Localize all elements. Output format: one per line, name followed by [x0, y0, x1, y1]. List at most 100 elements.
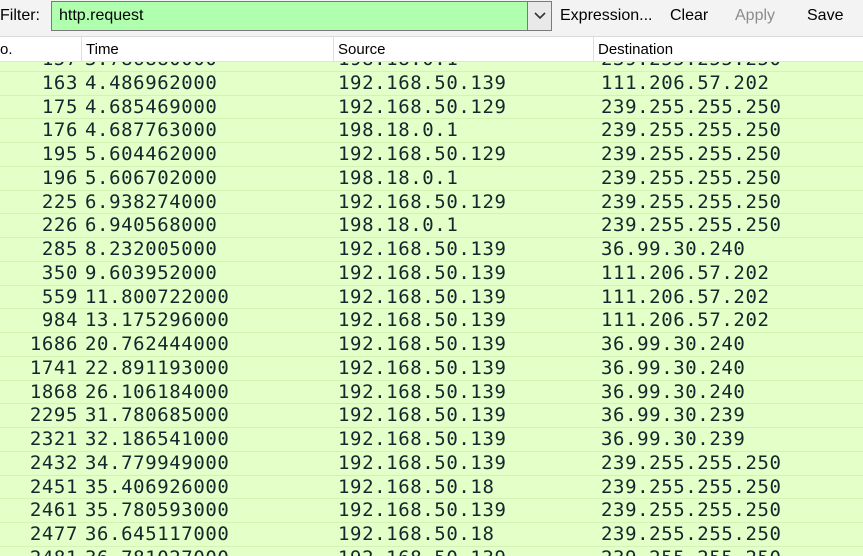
packet-no: 226	[41, 214, 78, 237]
column-header-time[interactable]: Time	[82, 37, 334, 61]
packet-time: 31.780685000	[85, 404, 230, 427]
packet-time: 6.940568000	[85, 214, 218, 237]
expression-button[interactable]: Expression...	[560, 7, 652, 25]
packet-time: 8.232005000	[85, 238, 218, 260]
packet-no: 157	[42, 62, 78, 71]
chevron-down-icon	[534, 12, 546, 20]
packet-destination: 239.255.255.250	[601, 214, 782, 237]
packet-no: 1868	[29, 380, 78, 403]
packet-no: 2295	[29, 404, 78, 427]
packet-source: 192.168.50.139	[338, 285, 507, 308]
packet-row[interactable]: 559 11.800722000 192.168.50.139 111.206.57.…	[0, 285, 863, 310]
packet-source: 192.168.50.139	[338, 261, 507, 284]
packet-row[interactable]: 1868 26.106184000 192.168.50.139 36.99.30.2…	[0, 380, 863, 405]
packet-no: 163	[41, 71, 78, 94]
packet-source: 192.168.50.129	[338, 190, 507, 213]
packet-row[interactable]: 2321 32.186541000 192.168.50.139 36.99.30.2…	[0, 428, 863, 452]
packet-no: 1741	[29, 356, 78, 379]
packet-list-header: o. Time Source Destination	[0, 37, 863, 62]
display-filter-input[interactable]	[51, 1, 527, 31]
packet-destination: 111.206.57.202	[601, 261, 770, 284]
packet-destination: 239.255.255.250	[601, 547, 782, 556]
packet-row[interactable]: 225 6.938274000 192.168.50.129 239.255.255.…	[0, 190, 863, 215]
packet-no: 350	[41, 261, 78, 284]
packet-source: 192.168.50.18	[338, 523, 495, 545]
packet-time: 5.604462000	[85, 143, 218, 165]
packet-source: 198.18.0.1	[338, 62, 458, 71]
packet-no: 196	[41, 166, 78, 189]
packet-source: 192.168.50.139	[338, 71, 507, 94]
packet-row[interactable]: 163 4.486962000 192.168.50.139 111.206.57.2…	[0, 71, 863, 96]
packet-source: 198.18.0.1	[338, 214, 459, 237]
packet-row[interactable]: 2432 34.779949000 192.168.50.139 239.255.25…	[0, 451, 863, 476]
apply-button[interactable]: Apply	[735, 7, 775, 25]
packet-row[interactable]: 2451 35.406926000 192.168.50.18 239.255.255…	[0, 475, 863, 500]
column-header-destination[interactable]: Destination	[594, 37, 863, 61]
filter-history-dropdown[interactable]	[527, 1, 552, 31]
packet-destination: 36.99.30.239	[601, 404, 746, 427]
packet-row[interactable]: 2481 36.781027000 192.168.50.139 239.255.25…	[0, 546, 863, 556]
packet-time: 6.938274000	[85, 190, 218, 213]
packet-destination: 111.206.57.202	[601, 71, 770, 94]
packet-time: 26.106184000	[85, 380, 230, 403]
packet-row[interactable]: 1686 20.762444000 192.168.50.139 36.99.30.2…	[0, 333, 863, 357]
packet-no: 195	[41, 143, 78, 165]
column-header-source[interactable]: Source	[334, 37, 594, 61]
packet-destination: 36.99.30.239	[601, 428, 746, 450]
wireshark-window: Filter: Expression... Clear Apply Save o…	[0, 0, 863, 556]
packet-time: 35.780593000	[85, 499, 230, 522]
packet-row[interactable]: 226 6.940568000 198.18.0.1 239.255.255.250	[0, 214, 863, 238]
packet-source: 198.18.0.1	[338, 119, 459, 142]
packet-source: 192.168.50.139	[338, 309, 507, 332]
save-button[interactable]: Save	[807, 7, 843, 25]
packet-no: 2481	[30, 547, 78, 556]
packet-no: 1686	[29, 333, 78, 355]
packet-source: 192.168.50.129	[338, 143, 507, 165]
packet-row[interactable]: 350 9.603952000 192.168.50.139 111.206.57.2…	[0, 261, 863, 286]
packet-destination: 239.255.255.250	[601, 190, 782, 213]
packet-row[interactable]: 2295 31.780685000 192.168.50.139 36.99.30.2…	[0, 404, 863, 428]
packet-row[interactable]: 285 8.232005000 192.168.50.139 36.99.30.240	[0, 238, 863, 262]
packet-time: 36.781027000	[85, 547, 229, 556]
packet-destination: 36.99.30.240	[601, 238, 746, 260]
packet-destination: 239.255.255.250	[601, 119, 782, 142]
packet-destination: 239.255.255.250	[601, 62, 782, 71]
clear-button[interactable]: Clear	[670, 7, 708, 25]
packet-row[interactable]: 2461 35.780593000 192.168.50.139 239.255.25…	[0, 499, 863, 523]
packet-row[interactable]: 176 4.687763000 198.18.0.1 239.255.255.250	[0, 119, 863, 143]
packet-time: 20.762444000	[85, 333, 230, 355]
packet-time: 36.645117000	[85, 523, 230, 545]
packet-source: 192.168.50.139	[338, 333, 507, 355]
packet-no: 225	[41, 190, 78, 213]
packet-source: 192.168.50.139	[338, 428, 507, 450]
packet-row[interactable]: 157 3.786880000 198.18.0.1 239.255.255.250	[0, 62, 863, 72]
packet-row[interactable]: 175 4.685469000 192.168.50.129 239.255.255.…	[0, 95, 863, 120]
packet-source: 192.168.50.139	[338, 404, 507, 427]
packet-time: 4.685469000	[85, 95, 218, 118]
packet-time: 13.175296000	[85, 309, 230, 332]
packet-no: 2461	[29, 499, 78, 522]
filter-toolbar: Filter: Expression... Clear Apply Save	[0, 0, 863, 37]
packet-source: 192.168.50.139	[338, 499, 507, 522]
packet-source: 192.168.50.139	[338, 356, 507, 379]
filter-label: Filter:	[0, 7, 40, 24]
packet-list[interactable]: 1573.786880000198.18.0.1239.255.255.2501…	[0, 62, 863, 556]
packet-row[interactable]: 195 5.604462000 192.168.50.129 239.255.255.…	[0, 143, 863, 167]
packet-no: 984	[41, 309, 78, 332]
packet-row[interactable]: 1741 22.891193000 192.168.50.139 36.99.30.2…	[0, 356, 863, 381]
packet-destination: 239.255.255.250	[601, 475, 782, 498]
packet-destination: 36.99.30.240	[601, 380, 746, 403]
packet-source: 198.18.0.1	[338, 166, 459, 189]
packet-row[interactable]: 196 5.606702000 198.18.0.1 239.255.255.250	[0, 166, 863, 191]
packet-no: 2451	[29, 475, 78, 498]
packet-time: 5.606702000	[85, 166, 218, 189]
column-header-no[interactable]: o.	[0, 37, 82, 61]
packet-row[interactable]: 984 13.175296000 192.168.50.139 111.206.57.…	[0, 309, 863, 333]
packet-row[interactable]: 2477 36.645117000 192.168.50.18 239.255.255…	[0, 523, 863, 547]
packet-source: 192.168.50.139	[338, 380, 507, 403]
packet-destination: 36.99.30.240	[601, 333, 746, 355]
packet-no: 175	[41, 95, 78, 118]
packet-destination: 239.255.255.250	[601, 451, 782, 474]
packet-source: 192.168.50.129	[338, 95, 507, 118]
packet-time: 4.486962000	[85, 71, 218, 94]
